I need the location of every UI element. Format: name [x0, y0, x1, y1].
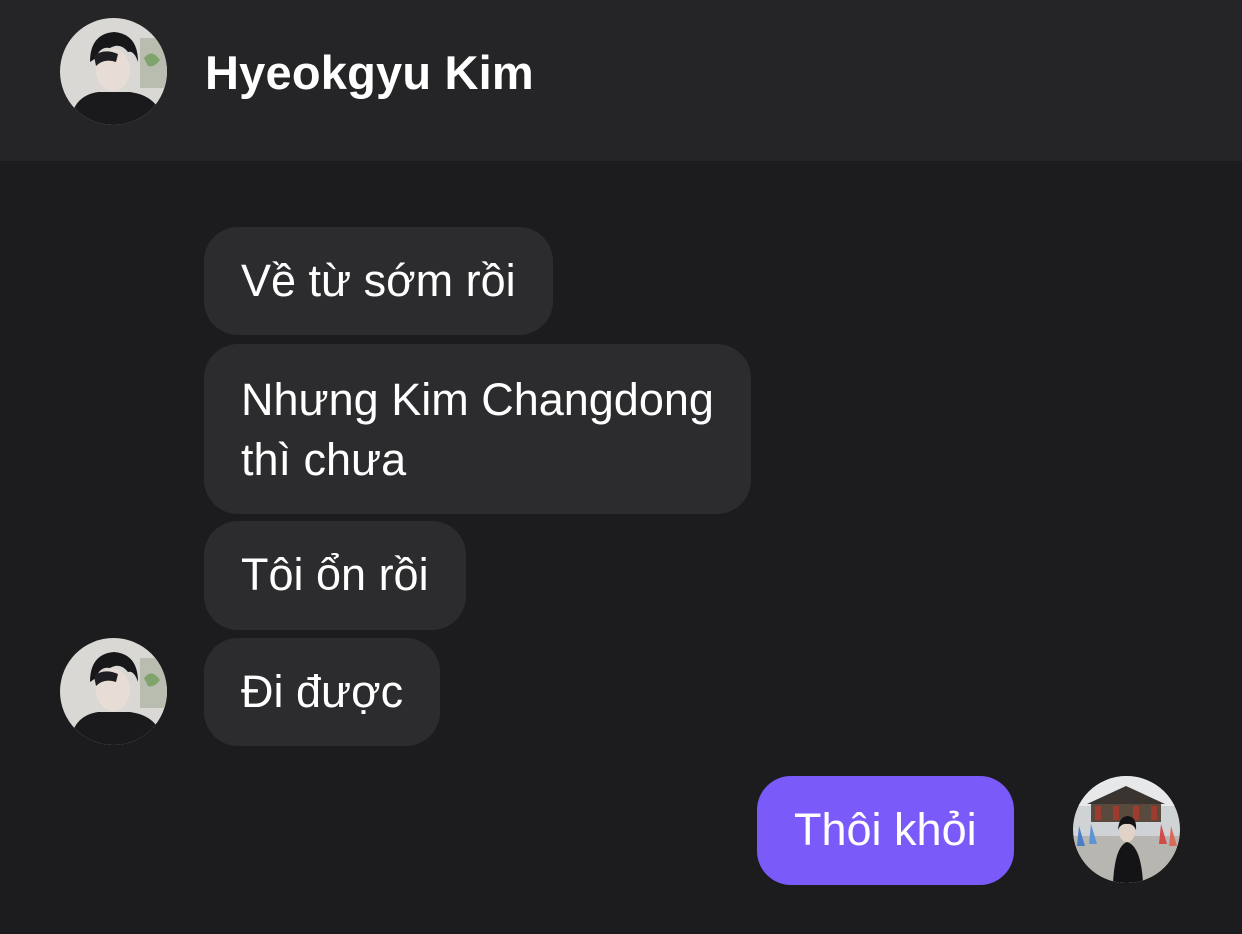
chat-header: Hyeokgyu Kim	[0, 0, 1242, 161]
message-text: Về từ sớm rồi	[241, 255, 516, 306]
message-text: Thôi khỏi	[794, 804, 977, 855]
my-avatar[interactable]	[1073, 776, 1180, 883]
message-text-line: thì chưa	[241, 434, 407, 485]
contact-avatar-image	[60, 18, 167, 125]
message-bubble-outgoing[interactable]: Thôi khỏi	[757, 776, 1014, 885]
message-bubble-incoming[interactable]: Tôi ổn rồi	[204, 521, 466, 630]
message-bubble-incoming[interactable]: Nhưng Kim Changdong thì chưa	[204, 344, 751, 514]
message-text: Đi được	[241, 666, 404, 717]
contact-name[interactable]: Hyeokgyu Kim	[205, 44, 534, 102]
contact-avatar[interactable]	[60, 18, 167, 125]
chat-screen: Hyeokgyu Kim Về từ sớm rồi Nhưng Kim Cha…	[0, 0, 1242, 934]
message-bubble-incoming[interactable]: Đi được	[204, 638, 441, 746]
message-text-line: Nhưng Kim Changdong	[241, 374, 714, 425]
message-bubble-incoming[interactable]: Về từ sớm rồi	[204, 227, 553, 335]
sender-avatar[interactable]	[60, 638, 167, 745]
sender-avatar-image	[60, 638, 167, 745]
my-avatar-image	[1073, 776, 1180, 883]
message-text: Tôi ổn rồi	[241, 549, 429, 600]
